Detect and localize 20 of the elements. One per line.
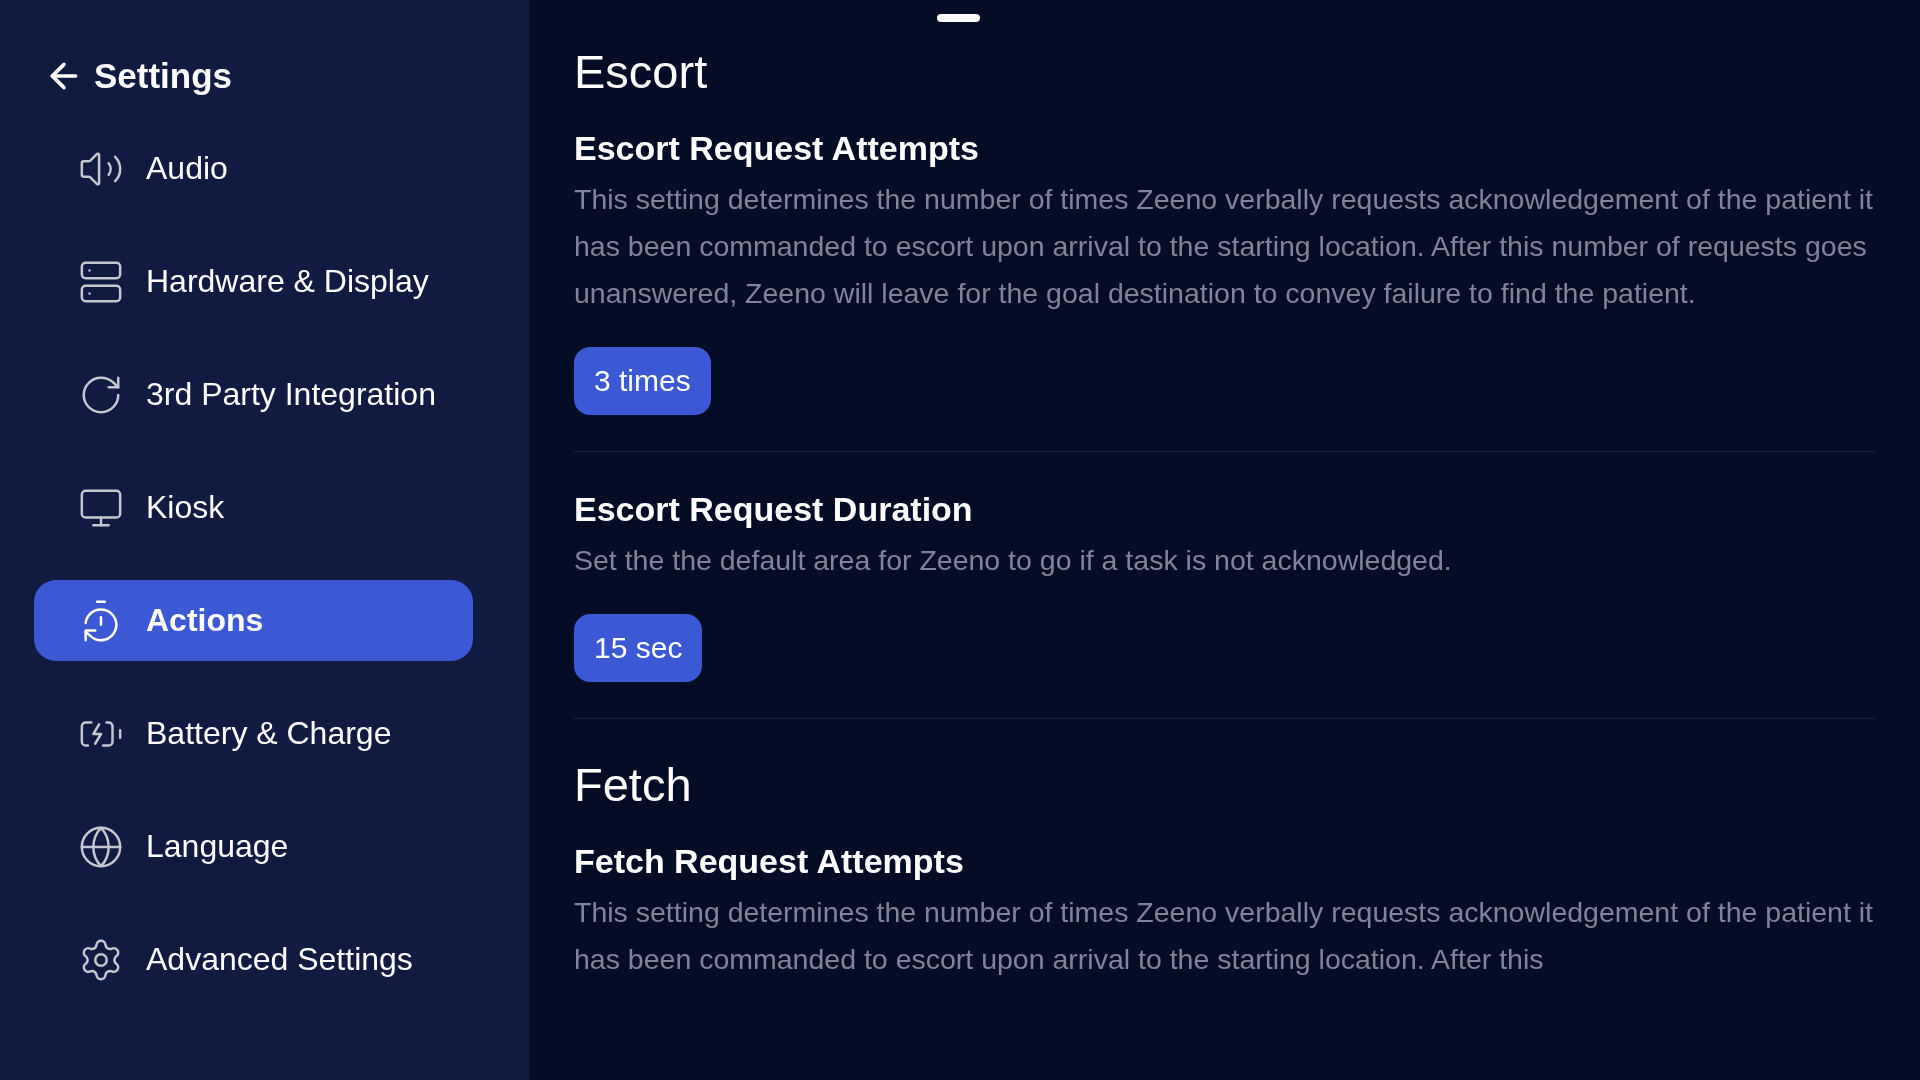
setting-title: Escort Request Attempts [574, 129, 980, 168]
setting-description: This setting determines the number of times Zeeno verbally requests acknowledgement of the patient it has been commanded to escort upon arrival to the starting location. After this number of requests goes unanswered, Zeeno will leave for the goal destination to convey failure to find the patient. [574, 182, 1875, 311]
sidebar-item[interactable]: Hardware & Display [34, 241, 473, 322]
sidebar-item[interactable]: Battery & Charge [34, 693, 473, 774]
sidebar-item[interactable]: Language [34, 806, 473, 887]
setting-title: Fetch Request Attempts [574, 842, 965, 881]
value-button[interactable]: 15 sec [574, 614, 703, 682]
sidebar-item[interactable]: 3rd Party Integration [34, 354, 473, 435]
sidebar-item[interactable]: Kiosk [34, 467, 473, 548]
value-button[interactable]: 3 times [574, 347, 711, 415]
sidebar-item[interactable]: Actions [34, 580, 473, 661]
back-button[interactable]: Settings [44, 56, 233, 96]
setting-title: Escort Request Duration [574, 490, 974, 529]
setting-description: This setting determines the number of times Zeeno verbally requests acknowledgement of the patient it has been commanded to escort upon arrival to the starting location. After this [574, 895, 1875, 977]
drag-handle[interactable] [937, 14, 980, 22]
sidebar-item[interactable]: Advanced Settings [34, 919, 473, 1000]
section-heading: Escort [574, 44, 709, 99]
section-heading: Fetch [574, 757, 693, 812]
sidebar-item[interactable]: Audio [34, 128, 473, 209]
setting-description: Set the the default area for Zeeno to go if a task is not acknowledged. [574, 543, 1453, 578]
